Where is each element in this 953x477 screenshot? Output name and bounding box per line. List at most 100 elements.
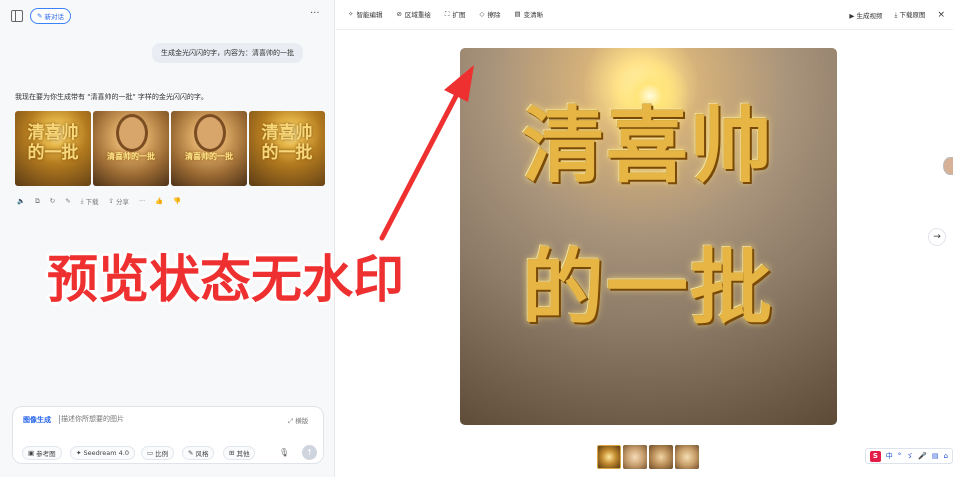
thumb-text: 清喜帅 的一批	[27, 123, 79, 163]
share-button[interactable]: ⇪ 分享	[109, 196, 129, 206]
chip-other[interactable]: ⊞ 其他	[223, 446, 256, 460]
chip-model[interactable]: ✦ Seedream 4.0	[70, 446, 135, 460]
app-root: ✎ 新对话 ··· 生成金光闪闪的字，内容为：清喜帅的一批 我现在要为你生成带有…	[0, 0, 953, 477]
portrait	[197, 117, 223, 149]
ime-toolbar: S 中 ° ゞ 🎤 ▤ ⌂	[865, 448, 953, 464]
new-chat-button[interactable]: ✎ 新对话	[30, 8, 71, 24]
portrait	[119, 117, 145, 149]
download-original-label: 下载原图	[899, 11, 926, 19]
composer: 图像生成 ⤢ 横版 ▣参考图 ✦Seedream 4.0 ▭比例 ✎风格 ⊞其他…	[12, 406, 324, 464]
generated-thumb-4[interactable]: 清喜帅 的一批	[249, 111, 325, 186]
strip-thumb-1[interactable]	[597, 445, 621, 469]
thumb-text: 清喜帅 的一批	[261, 123, 313, 163]
toolbar-label: 擦除	[487, 11, 501, 19]
toolbar-erase[interactable]: ◇ 擦除	[479, 9, 500, 19]
brush-icon: ⊘	[396, 10, 402, 18]
send-button[interactable]: ↑	[302, 445, 317, 460]
generate-video-button[interactable]: ▶ 生成视频	[849, 10, 882, 20]
ratio-icon: ▭	[147, 449, 154, 457]
thumb-text: 清喜帅的一批	[107, 152, 155, 161]
more-actions-button[interactable]: ···	[139, 197, 145, 205]
prompt-input[interactable]	[61, 412, 261, 426]
avatar[interactable]	[943, 157, 953, 175]
strip-thumb-3[interactable]	[649, 445, 673, 469]
thumbnail-strip	[597, 445, 699, 469]
preview-image[interactable]: 清喜帅 的一批	[460, 48, 837, 425]
toolbar-label: 智能编辑	[356, 11, 383, 19]
image-icon: ▣	[28, 449, 35, 457]
sparkle-icon: ✦	[76, 449, 82, 457]
speaker-icon[interactable]: 🔈	[17, 197, 25, 205]
generated-thumb-3[interactable]: 清喜帅的一批	[171, 111, 247, 186]
toolbar-label: 变清晰	[523, 11, 544, 19]
ime-mic-icon[interactable]: 🎤	[918, 452, 927, 460]
chip-reference-image[interactable]: ▣ 参考图	[22, 446, 62, 460]
chip-style[interactable]: ✎ 风格	[182, 446, 215, 460]
eraser-icon: ◇	[479, 10, 485, 18]
share-label: 分享	[115, 198, 129, 206]
toolbar-upscale[interactable]: ▤ 变清晰	[514, 9, 543, 19]
chip-label: 风格	[195, 450, 209, 458]
share-icon: ⇪	[108, 197, 114, 205]
grid-icon: ⊞	[229, 449, 235, 457]
ime-home-icon[interactable]: ⌂	[944, 452, 948, 460]
gold-text-line-1: 清喜帅	[521, 98, 774, 194]
download-original-button[interactable]: ⤓ 下载原图	[895, 9, 926, 20]
ime-item[interactable]: 中	[886, 451, 893, 461]
composer-mode-label[interactable]: 图像生成	[23, 415, 51, 425]
regenerate-icon[interactable]: ↻	[50, 197, 55, 205]
preview-panel: ✧ 智能编辑 ⊘ 区域重绘 ⛶ 扩图 ◇ 擦除 ▤ 变清晰 ▶ 生成视频 ⤓ 下载原图 ×…	[336, 0, 953, 477]
chip-label: 参考图	[36, 450, 56, 458]
download-button[interactable]: ⤓ 下载	[81, 196, 99, 207]
assistant-reply: 我现在要为你生成带有 "清喜帅的一批" 字样的金光闪闪的字。	[15, 93, 208, 101]
message-actions: 🔈 ⧉ ↻ ✎ ⤓ 下载 ⇪ 分享 ··· 👍 👎	[17, 196, 181, 207]
edit-icon: ✎	[37, 12, 43, 20]
expand-frame-icon: ⛶	[444, 9, 450, 18]
orientation-button[interactable]: ⤢ 横版	[288, 415, 308, 426]
ime-item[interactable]: °	[898, 452, 902, 460]
hd-icon: ▤	[514, 10, 521, 18]
generate-video-label: 生成视频	[856, 11, 883, 20]
chip-label: 比例	[155, 450, 169, 458]
download-label: 下载	[85, 198, 99, 206]
chip-label: 其他	[236, 450, 250, 458]
preview-actions: ▶ 生成视频 ⤓ 下载原图 ×	[849, 9, 945, 20]
chat-panel: ✎ 新对话 ··· 生成金光闪闪的字，内容为：清喜帅的一批 我现在要为你生成带有…	[0, 0, 335, 477]
toolbar-inpaint[interactable]: ⊘ 区域重绘	[396, 9, 430, 19]
chip-label: Seedream 4.0	[83, 449, 129, 457]
composer-divider	[59, 415, 60, 424]
microphone-icon[interactable]: 🎙	[279, 448, 289, 457]
ime-keyboard-icon[interactable]: ▤	[932, 452, 939, 460]
next-image-button[interactable]: →	[928, 228, 946, 246]
brush-icon: ✎	[188, 449, 194, 457]
toolbar-divider	[336, 29, 953, 30]
strip-thumb-2[interactable]	[623, 445, 647, 469]
generated-thumb-2[interactable]: 清喜帅的一批	[93, 111, 169, 186]
thumb-text: 清喜帅的一批	[185, 152, 233, 161]
strip-thumb-4[interactable]	[675, 445, 699, 469]
gold-text-line-2: 的一批	[521, 240, 774, 336]
close-icon[interactable]: ×	[937, 10, 945, 20]
annotation-text: 预览状态无水印	[47, 251, 405, 310]
ime-item[interactable]: ゞ	[906, 451, 913, 461]
chip-ratio[interactable]: ▭ 比例	[141, 446, 175, 460]
generated-thumb-1[interactable]: 清喜帅 的一批	[15, 111, 91, 186]
ime-logo-icon[interactable]: S	[870, 450, 881, 462]
toolbar-label: 区域重绘	[404, 11, 431, 19]
new-chat-label: 新对话	[44, 13, 64, 21]
toolbar-smart-edit[interactable]: ✧ 智能编辑	[348, 9, 382, 19]
edit-toolbar: ✧ 智能编辑 ⊘ 区域重绘 ⛶ 扩图 ◇ 擦除 ▤ 变清晰	[348, 9, 543, 20]
orientation-label: 横版	[295, 417, 309, 425]
edit-icon[interactable]: ✎	[65, 197, 70, 205]
toolbar-outpaint[interactable]: ⛶ 扩图	[444, 9, 466, 20]
thumbs-down-icon[interactable]: 👎	[173, 197, 181, 205]
more-menu-button[interactable]: ···	[310, 8, 320, 19]
video-icon: ▶	[849, 11, 857, 20]
toolbar-label: 扩图	[452, 11, 466, 19]
sidebar-toggle-icon[interactable]	[11, 10, 23, 22]
user-message: 生成金光闪闪的字，内容为：清喜帅的一批	[152, 43, 303, 63]
copy-icon[interactable]: ⧉	[35, 197, 40, 206]
generated-images: 清喜帅 的一批 清喜帅的一批 清喜帅的一批 清喜帅 的一批	[15, 111, 325, 186]
magic-wand-icon: ✧	[348, 10, 354, 18]
thumbs-up-icon[interactable]: 👍	[155, 197, 163, 205]
